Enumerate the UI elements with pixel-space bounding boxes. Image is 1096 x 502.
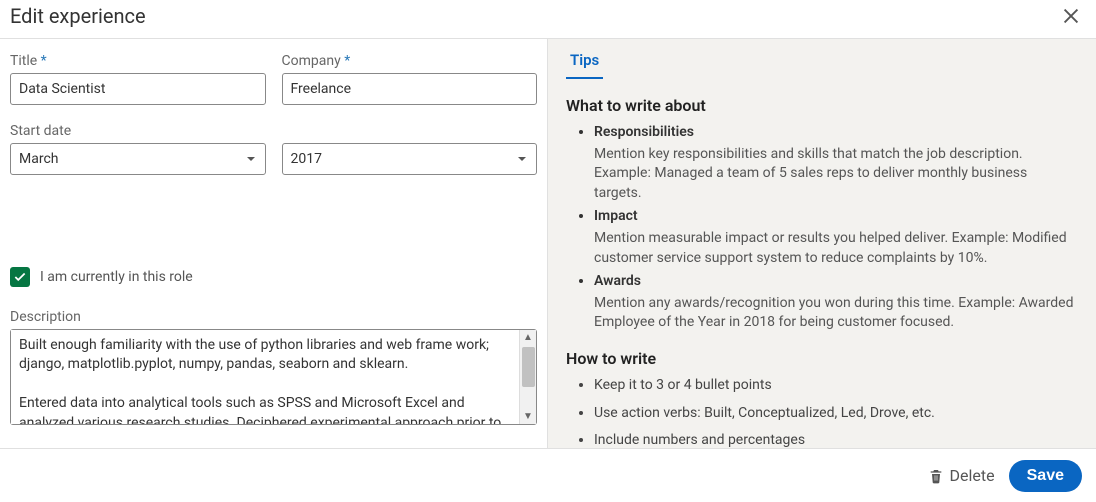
scroll-thumb[interactable] xyxy=(522,347,535,387)
modal-title: Edit experience xyxy=(10,4,146,28)
start-date-label: Start date xyxy=(10,123,537,139)
scroll-up-arrow[interactable]: ▲ xyxy=(523,330,533,345)
tips-howto-item: Include numbers and percentages xyxy=(594,431,1078,448)
tips-item-awards: Awards Mention any awards/recognition yo… xyxy=(594,272,1078,333)
delete-button[interactable]: Delete xyxy=(928,466,995,485)
tips-item-impact: Impact Mention measurable impact or resu… xyxy=(594,207,1078,268)
tips-item-desc: Mention key responsibilities and skills … xyxy=(594,146,1027,201)
check-icon xyxy=(13,270,27,284)
description-label: Description xyxy=(10,309,537,325)
tips-section1-heading: What to write about xyxy=(566,96,1078,115)
trash-icon xyxy=(928,468,944,484)
title-input[interactable] xyxy=(10,73,266,105)
company-input[interactable] xyxy=(282,73,538,105)
title-label: Title xyxy=(10,53,266,69)
tips-item-responsibilities: Responsibilities Mention key responsibil… xyxy=(594,123,1078,203)
tips-item-desc: Mention measurable impact or results you… xyxy=(594,230,1067,266)
tips-howto-item: Use action verbs: Built, Conceptualized,… xyxy=(594,404,1078,424)
scroll-down-arrow[interactable]: ▼ xyxy=(523,409,533,424)
chevron-down-icon xyxy=(245,153,257,165)
chevron-down-icon xyxy=(516,153,528,165)
start-month-value: March xyxy=(19,151,59,167)
close-button[interactable] xyxy=(1060,5,1082,27)
tips-item-title: Impact xyxy=(594,207,1078,227)
start-month-select[interactable]: March xyxy=(10,143,266,175)
tab-tips[interactable]: Tips xyxy=(566,39,603,79)
save-button[interactable]: Save xyxy=(1009,460,1082,492)
description-textarea[interactable] xyxy=(11,330,519,424)
tips-item-desc: Mention any awards/recognition you won d… xyxy=(594,295,1073,331)
start-year-select[interactable]: 2017 xyxy=(282,143,538,175)
tips-item-title: Responsibilities xyxy=(594,123,1078,143)
current-role-label: I am currently in this role xyxy=(40,269,193,285)
company-label: Company xyxy=(282,53,538,69)
textarea-scrollbar[interactable]: ▲ ▼ xyxy=(519,330,536,424)
tips-section2-heading: How to write xyxy=(566,349,1078,368)
delete-label: Delete xyxy=(950,466,995,485)
start-year-value: 2017 xyxy=(291,151,322,167)
tips-howto-item: Keep it to 3 or 4 bullet points xyxy=(594,376,1078,396)
current-role-checkbox[interactable] xyxy=(10,267,30,287)
tips-item-title: Awards xyxy=(594,272,1078,292)
close-icon xyxy=(1060,5,1082,27)
